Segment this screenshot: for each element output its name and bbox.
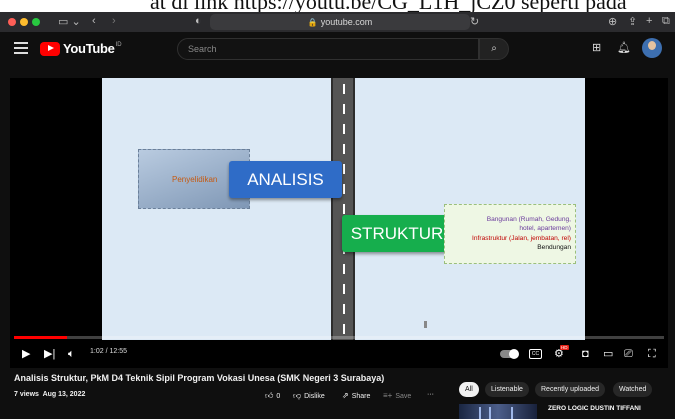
share-button[interactable]: ⇗ Share bbox=[342, 391, 370, 400]
like-button[interactable]: 👍︎ 0 bbox=[265, 391, 280, 401]
play-icon[interactable]: ▶ bbox=[22, 347, 30, 361]
menu-icon[interactable] bbox=[14, 42, 28, 54]
filter-chip-recently-uploaded[interactable]: Recently uploaded bbox=[535, 382, 605, 397]
save-icon: ≡+ bbox=[383, 391, 393, 400]
youtube-play-icon bbox=[40, 41, 60, 56]
dislike-button[interactable]: 👎︎ Dislike bbox=[293, 391, 325, 401]
progress-bar[interactable] bbox=[14, 336, 664, 339]
theater-mode-icon[interactable]: ▭ bbox=[603, 347, 613, 361]
captions-button[interactable]: CC bbox=[529, 349, 542, 359]
document-text: at di link https://youtu.be/CG_L1H_jCZ0 … bbox=[150, 0, 627, 12]
video-player[interactable]: Penyelidikan ANALISIS STRUKTUR Bangunan … bbox=[10, 78, 668, 368]
mouse-cursor bbox=[424, 321, 427, 328]
player-controls: ▶ ▶| 🔈︎ 1:02 / 12:55 CC ⚙ HD ◘ ▭ ⎚ ⛶ bbox=[10, 340, 668, 368]
shield-icon[interactable]: ◐ bbox=[195, 15, 202, 27]
autoplay-toggle[interactable] bbox=[500, 349, 519, 359]
address-bar[interactable]: 🔒 youtube.com bbox=[210, 14, 470, 30]
browser-toolbar: ▭ ⌄ ‹ › ◐ 🔒 youtube.com ↻ ⊕ ⇪ + ⧉ bbox=[0, 12, 675, 32]
thumbs-up-icon: 👍︎ bbox=[265, 391, 274, 400]
save-button[interactable]: ≡+ Save bbox=[383, 391, 411, 400]
time-display: 1:02 / 12:55 bbox=[90, 348, 127, 355]
airplay-icon[interactable]: ⎚ bbox=[624, 347, 633, 361]
share-label: Share bbox=[351, 393, 371, 400]
save-label: Save bbox=[395, 393, 412, 400]
filter-chip-listenable[interactable]: Listenable bbox=[485, 382, 529, 397]
share-arrow-icon: ⇗ bbox=[342, 391, 349, 400]
bell-icon[interactable]: 🔔︎ bbox=[617, 41, 631, 54]
forward-icon[interactable]: › bbox=[112, 15, 116, 27]
miniplayer-icon[interactable]: ◘ bbox=[582, 347, 589, 361]
view-count: 7 views bbox=[14, 391, 39, 398]
page: at di link https://youtu.be/CG_L1H_jCZ0 … bbox=[0, 0, 675, 419]
struktur-info-box: Bangunan (Rumah, Gedung, hotel, aparteme… bbox=[444, 204, 576, 264]
youtube-logo[interactable]: YouTube ID bbox=[40, 41, 122, 56]
back-icon[interactable]: ‹ bbox=[92, 15, 96, 27]
video-slide: Penyelidikan ANALISIS STRUKTUR Bangunan … bbox=[102, 78, 585, 340]
like-count: 0 bbox=[276, 393, 281, 400]
struktur-box: STRUKTUR bbox=[342, 215, 452, 252]
minimize-window-button[interactable] bbox=[20, 18, 28, 26]
road-graphic bbox=[331, 78, 355, 340]
url-text: youtube.com bbox=[320, 17, 373, 27]
dislike-label: Dislike bbox=[304, 393, 325, 400]
fullscreen-icon[interactable]: ⛶ bbox=[648, 347, 656, 361]
search-input[interactable]: Search bbox=[177, 38, 479, 60]
hd-badge: HD bbox=[560, 345, 569, 350]
maximize-window-button[interactable] bbox=[32, 18, 40, 26]
filter-chip-all[interactable]: All bbox=[459, 382, 479, 397]
share-icon[interactable]: ⇪ bbox=[628, 15, 637, 28]
new-tab-icon[interactable]: + bbox=[646, 15, 652, 27]
close-window-button[interactable] bbox=[8, 18, 16, 26]
progress-fill bbox=[14, 336, 68, 339]
recommended-video-title[interactable]: ZERO LOGIC DUSTIN TIFFANI bbox=[548, 405, 641, 412]
thumbs-down-icon: 👎︎ bbox=[293, 391, 302, 400]
info-line-3: Infrastruktur (Jalan, jembatan, rel) bbox=[472, 234, 571, 242]
upload-date: Aug 13, 2022 bbox=[42, 391, 86, 398]
logo-region: ID bbox=[115, 41, 122, 48]
sidebar-icon[interactable]: ▭ ⌄ bbox=[58, 15, 81, 28]
logo-text: YouTube bbox=[63, 41, 115, 56]
download-icon[interactable]: ⊕ bbox=[608, 15, 617, 28]
search-button[interactable]: ⌕ bbox=[479, 38, 509, 60]
info-line-2: hotel, apartemen) bbox=[519, 225, 571, 233]
info-line-1: Bangunan (Rumah, Gedung, bbox=[486, 216, 571, 223]
video-title: Analisis Struktur, PkM D4 Teknik Sipil P… bbox=[14, 373, 385, 383]
info-line-4: Bendungan bbox=[537, 243, 571, 251]
document-text-strip: at di link https://youtu.be/CG_L1H_jCZ0 … bbox=[0, 0, 675, 12]
penyelidikan-label: Penyelidikan bbox=[172, 175, 218, 184]
analisis-box: ANALISIS bbox=[229, 161, 342, 198]
next-icon[interactable]: ▶| bbox=[44, 347, 55, 361]
recommended-video-thumbnail[interactable] bbox=[459, 404, 537, 419]
create-icon[interactable]: ⊞ bbox=[592, 41, 601, 54]
volume-icon[interactable]: 🔈︎ bbox=[68, 347, 75, 361]
search-icon: ⌕ bbox=[491, 43, 497, 54]
more-actions-button[interactable]: ··· bbox=[427, 391, 434, 398]
avatar[interactable] bbox=[642, 38, 662, 58]
filter-chip-watched[interactable]: Watched bbox=[613, 382, 653, 397]
reload-icon[interactable]: ↻ bbox=[470, 15, 479, 28]
tab-overview-icon[interactable]: ⧉ bbox=[662, 15, 670, 28]
youtube-header: YouTube ID Search ⌕ ⊞ 🔔︎ bbox=[0, 32, 675, 66]
search-placeholder: Search bbox=[188, 44, 217, 54]
video-meta: 7 views Aug 13, 2022 bbox=[14, 391, 85, 398]
lock-icon: 🔒 bbox=[307, 18, 318, 27]
